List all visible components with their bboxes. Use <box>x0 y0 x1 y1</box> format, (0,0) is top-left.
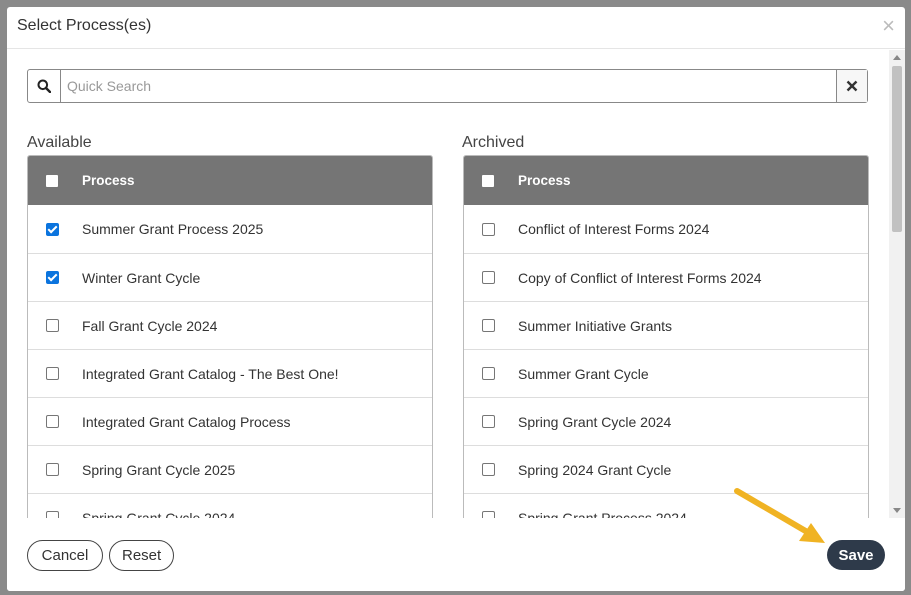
row-checkbox[interactable] <box>45 319 59 332</box>
process-name: Spring Grant Cycle 2025 <box>82 461 236 478</box>
dialog-title: Select Process(es) <box>17 17 152 34</box>
table-row[interactable]: Summer Initiative Grants <box>464 301 868 349</box>
close-icon <box>846 80 858 92</box>
table-row[interactable]: Copy of Conflict of Interest Forms 2024 <box>464 253 868 301</box>
process-name: Summer Initiative Grants <box>518 317 673 334</box>
available-select-all-checkbox[interactable] <box>46 174 58 187</box>
row-checkbox[interactable] <box>45 463 59 476</box>
table-row[interactable]: Conflict of Interest Forms 2024 <box>464 205 868 253</box>
available-table: Process Summer Grant Process 2025 Winter … <box>27 155 433 518</box>
archived-table-header: Process <box>464 156 868 205</box>
process-name: Spring Grant Cycle 2024 <box>82 509 236 519</box>
process-name: Integrated Grant Catalog Process <box>82 413 291 430</box>
row-checkbox[interactable] <box>45 222 59 236</box>
table-row[interactable]: Spring Grant Cycle 2025 <box>28 445 432 493</box>
process-name: Spring Grant Process 2024 <box>518 509 687 519</box>
row-checkbox[interactable] <box>481 415 495 428</box>
process-name: Spring Grant Cycle 2024 <box>518 413 672 430</box>
row-checkbox[interactable] <box>481 271 495 284</box>
table-row[interactable]: Integrated Grant Catalog Process <box>28 397 432 445</box>
row-checkbox[interactable] <box>45 367 59 380</box>
row-checkbox[interactable] <box>481 222 495 236</box>
process-name: Winter Grant Cycle <box>82 269 201 286</box>
available-table-header: Process <box>28 156 432 205</box>
row-checkbox[interactable] <box>45 415 59 428</box>
table-row[interactable]: Winter Grant Cycle <box>28 253 432 301</box>
table-row[interactable]: Fall Grant Cycle 2024 <box>28 301 432 349</box>
archived-column-process: Process <box>518 173 571 188</box>
table-row[interactable]: Spring Grant Cycle 2024 <box>28 493 432 518</box>
dialog-body[interactable]: Available Archived Process Summer Grant … <box>7 50 889 518</box>
table-row[interactable]: Spring Grant Cycle 2024 <box>464 397 868 445</box>
archived-heading: Archived <box>462 134 525 151</box>
process-name: Fall Grant Cycle 2024 <box>82 317 218 334</box>
archived-select-all-checkbox[interactable] <box>482 174 494 187</box>
available-heading: Available <box>27 134 92 151</box>
select-process-dialog: Select Process(es) × Available Archived … <box>7 7 905 591</box>
row-checkbox[interactable] <box>45 511 59 518</box>
row-checkbox[interactable] <box>481 367 495 380</box>
row-checkbox[interactable] <box>481 463 495 476</box>
row-checkbox[interactable] <box>481 511 495 518</box>
dialog-header: Select Process(es) × <box>7 7 905 49</box>
clear-search-button[interactable] <box>836 70 867 102</box>
archived-table: Process Conflict of Interest Forms 2024 C… <box>463 155 869 518</box>
search-icon <box>28 70 61 102</box>
process-name: Spring 2024 Grant Cycle <box>518 461 672 478</box>
process-name: Summer Grant Cycle <box>518 365 649 382</box>
search-bar <box>27 69 868 103</box>
reset-button[interactable]: Reset <box>109 540 174 571</box>
scroll-up-icon[interactable] <box>893 55 901 60</box>
process-name: Copy of Conflict of Interest Forms 2024 <box>518 269 762 286</box>
table-row[interactable]: Integrated Grant Catalog - The Best One! <box>28 349 432 397</box>
annotation-arrow-icon <box>734 488 825 543</box>
process-name: Conflict of Interest Forms 2024 <box>518 221 710 237</box>
table-row[interactable]: Summer Grant Process 2025 <box>28 205 432 253</box>
row-checkbox[interactable] <box>481 319 495 332</box>
search-input[interactable] <box>61 70 836 102</box>
row-checkbox[interactable] <box>45 271 59 284</box>
cancel-button[interactable]: Cancel <box>27 540 103 571</box>
process-name: Integrated Grant Catalog - The Best One! <box>82 365 339 382</box>
table-row[interactable]: Summer Grant Cycle <box>464 349 868 397</box>
available-column-process: Process <box>82 173 135 188</box>
dialog-scrollbar[interactable] <box>889 50 905 518</box>
scrollbar-thumb[interactable] <box>892 66 902 232</box>
scroll-down-icon[interactable] <box>893 508 901 513</box>
process-name: Summer Grant Process 2025 <box>82 221 264 237</box>
close-button[interactable]: × <box>882 15 895 37</box>
